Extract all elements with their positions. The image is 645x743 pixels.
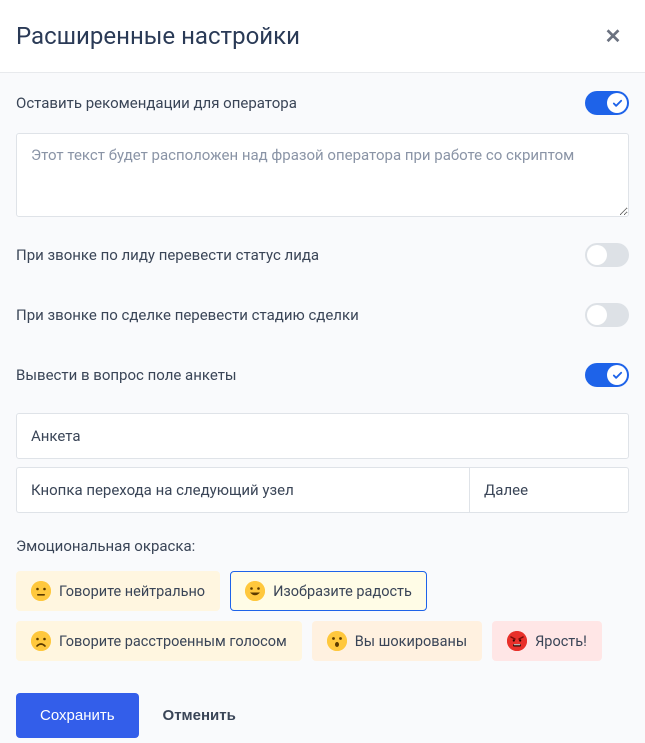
check-icon <box>612 98 623 109</box>
survey-field-toggle[interactable] <box>585 363 629 387</box>
recommendations-label: Оставить рекомендации для оператора <box>16 94 297 112</box>
check-icon <box>612 370 623 381</box>
next-button-label-input[interactable] <box>16 467 469 513</box>
modal-footer: Сохранить Отменить <box>16 693 629 743</box>
close-icon: ✕ <box>605 24 622 48</box>
survey-input[interactable] <box>16 413 629 459</box>
recommendations-textarea[interactable] <box>16 133 629 217</box>
save-button[interactable]: Сохранить <box>16 693 139 738</box>
chip-label: Ярость! <box>535 633 587 650</box>
toggle-knob <box>607 93 627 113</box>
modal-body: Оставить рекомендации для оператора При … <box>0 73 645 743</box>
lead-status-row: При звонке по лиду перевести статус лида <box>16 225 629 285</box>
emotion-chip-sad[interactable]: Говорите расстроенным голосом <box>16 621 302 661</box>
close-button[interactable]: ✕ <box>601 24 625 48</box>
lead-status-label: При звонке по лиду перевести статус лида <box>16 246 319 264</box>
rage-face-icon <box>507 631 527 651</box>
joy-face-icon <box>245 581 265 601</box>
toggle-knob <box>587 305 607 325</box>
modal-header: Расширенные настройки ✕ <box>0 0 645 73</box>
advanced-settings-modal: Расширенные настройки ✕ Оставить рекомен… <box>0 0 645 743</box>
cancel-button[interactable]: Отменить <box>163 707 236 724</box>
emotion-chip-joy[interactable]: Изобразите радость <box>230 571 427 611</box>
chip-label: Изобразите радость <box>273 583 412 600</box>
deal-stage-toggle[interactable] <box>585 303 629 327</box>
recommendations-row: Оставить рекомендации для оператора <box>16 73 629 133</box>
sad-face-icon <box>31 631 51 651</box>
emotion-chips: Говорите нейтрально Изобразите радость Г… <box>16 571 629 661</box>
emotion-chip-rage[interactable]: Ярость! <box>492 621 602 661</box>
emotion-section-label: Эмоциональная окраска: <box>16 537 629 555</box>
lead-status-toggle[interactable] <box>585 243 629 267</box>
neutral-face-icon <box>31 581 51 601</box>
deal-stage-label: При звонке по сделке перевести стадию сд… <box>16 306 359 324</box>
deal-stage-row: При звонке по сделке перевести стадию сд… <box>16 285 629 345</box>
survey-field-label: Вывести в вопрос поле анкеты <box>16 366 237 384</box>
chip-label: Говорите расстроенным голосом <box>59 633 287 650</box>
recommendations-toggle[interactable] <box>585 91 629 115</box>
survey-field-row: Вывести в вопрос поле анкеты <box>16 345 629 405</box>
modal-title: Расширенные настройки <box>16 22 300 50</box>
toggle-knob <box>607 365 627 385</box>
survey-input-row <box>16 413 629 459</box>
chip-label: Вы шокированы <box>355 633 467 650</box>
emotion-chip-neutral[interactable]: Говорите нейтрально <box>16 571 220 611</box>
chip-label: Говорите нейтрально <box>59 583 205 600</box>
next-button-text-input[interactable] <box>469 467 629 513</box>
next-button-row <box>16 467 629 513</box>
emotion-chip-shock[interactable]: Вы шокированы <box>312 621 482 661</box>
toggle-knob <box>587 245 607 265</box>
shock-face-icon <box>327 631 347 651</box>
